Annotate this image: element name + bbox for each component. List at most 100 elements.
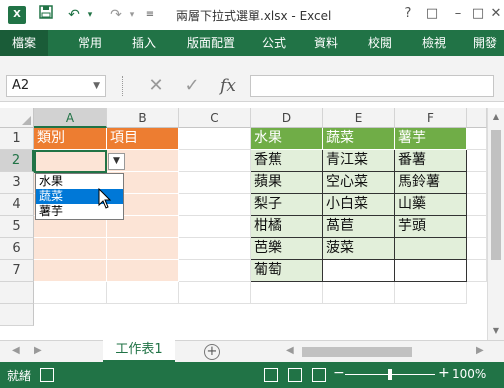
cell-a2[interactable]: [34, 150, 107, 172]
vertical-scroll-thumb[interactable]: [491, 130, 501, 260]
column-header-a[interactable]: A: [34, 108, 107, 128]
cell-d3[interactable]: 蘋果: [251, 172, 323, 194]
cell-c5[interactable]: [179, 216, 251, 238]
row-header-4[interactable]: 4: [0, 194, 34, 216]
normal-view-icon[interactable]: [264, 368, 278, 382]
zoom-out-icon[interactable]: −: [333, 365, 345, 381]
scroll-right-icon[interactable]: ▶: [476, 345, 484, 356]
prev-sheet-icon[interactable]: ◀: [12, 345, 20, 356]
cell-g3[interactable]: [467, 172, 487, 194]
tab-file[interactable]: 檔案: [0, 30, 48, 56]
select-all-button[interactable]: [0, 108, 34, 128]
cell-f7[interactable]: [395, 260, 467, 282]
cell-b7[interactable]: [107, 260, 179, 282]
cell-d2[interactable]: 香蕉: [251, 150, 323, 172]
cell-g7[interactable]: [467, 260, 487, 282]
cell-e8[interactable]: [323, 282, 395, 304]
cell-e4[interactable]: 小白菜: [323, 194, 395, 216]
close-button[interactable]: ✕: [484, 3, 504, 25]
cell-e7[interactable]: [323, 260, 395, 282]
cell-e6[interactable]: 菠菜: [323, 238, 395, 260]
column-header-f[interactable]: F: [395, 108, 467, 128]
tab-developer[interactable]: 開發: [466, 30, 504, 56]
tab-data[interactable]: 資料: [306, 30, 346, 56]
cancel-icon[interactable]: ✕: [144, 74, 168, 98]
cell-f2[interactable]: 番薯: [395, 150, 467, 172]
cell-g2[interactable]: [467, 150, 487, 172]
cell-c6[interactable]: [179, 238, 251, 260]
column-header-e[interactable]: E: [323, 108, 395, 128]
horizontal-scrollbar[interactable]: ◀ ▶: [284, 345, 488, 359]
tab-home[interactable]: 常用: [70, 30, 110, 56]
cell-f5[interactable]: 芋頭: [395, 216, 467, 238]
cell-g5[interactable]: [467, 216, 487, 238]
scroll-left-icon[interactable]: ◀: [286, 345, 294, 356]
row-header-3[interactable]: 3: [0, 172, 34, 194]
name-box[interactable]: A2 ▼: [6, 75, 106, 97]
cell-g4[interactable]: [467, 194, 487, 216]
tab-insert[interactable]: 插入: [124, 30, 164, 56]
cell-d7[interactable]: 葡萄: [251, 260, 323, 282]
redo-dropdown-icon[interactable]: ▾: [122, 5, 142, 25]
cell-d4[interactable]: 梨子: [251, 194, 323, 216]
row-header-8[interactable]: [0, 282, 34, 304]
cell-d5[interactable]: 柑橘: [251, 216, 323, 238]
cell-e1[interactable]: 蔬菜: [323, 128, 395, 150]
zoom-in-icon[interactable]: +: [438, 365, 450, 381]
tab-review[interactable]: 校閱: [360, 30, 400, 56]
cell-d6[interactable]: 芭樂: [251, 238, 323, 260]
cell-g1[interactable]: [467, 128, 487, 150]
name-box-dropdown-icon[interactable]: ▼: [93, 76, 100, 96]
cell-c4[interactable]: [179, 194, 251, 216]
cell-c3[interactable]: [179, 172, 251, 194]
page-layout-view-icon[interactable]: [288, 368, 302, 382]
ribbon-display-button[interactable]: □: [420, 3, 444, 25]
undo-dropdown-icon[interactable]: ▾: [80, 5, 100, 25]
column-header-c[interactable]: C: [179, 108, 251, 128]
cell-b6[interactable]: [107, 238, 179, 260]
cell-c8[interactable]: [179, 282, 251, 304]
tab-formulas[interactable]: 公式: [254, 30, 294, 56]
help-button[interactable]: ?: [396, 3, 420, 25]
scroll-down-icon[interactable]: ▼: [488, 324, 504, 338]
row-header-1[interactable]: 1: [0, 128, 34, 150]
row-header-7[interactable]: 7: [0, 260, 34, 282]
column-header-g[interactable]: [467, 108, 487, 128]
row-header-2[interactable]: 2: [0, 150, 34, 172]
macro-record-icon[interactable]: [40, 368, 54, 382]
add-sheet-icon[interactable]: +: [204, 344, 220, 360]
zoom-slider-knob[interactable]: [388, 369, 392, 380]
cell-b8[interactable]: [107, 282, 179, 304]
dropdown-item-fruit[interactable]: 水果: [36, 174, 123, 189]
customize-quick-access-icon[interactable]: ≡: [140, 5, 160, 25]
cell-a6[interactable]: [34, 238, 107, 260]
cell-b1[interactable]: 項目: [107, 128, 179, 150]
insert-function-icon[interactable]: fx: [216, 74, 240, 98]
row-header-5[interactable]: 5: [0, 216, 34, 238]
cell-f8[interactable]: [395, 282, 467, 304]
cell-c2[interactable]: [179, 150, 251, 172]
spreadsheet-grid[interactable]: A B C D E F 1 2 3 4 5 6 7 類別 項目 水果 蔬菜 薯芋…: [0, 108, 487, 340]
row-header-9[interactable]: [0, 304, 34, 326]
formula-input[interactable]: [250, 75, 494, 97]
tab-view[interactable]: 檢視: [414, 30, 454, 56]
cell-a7[interactable]: [34, 260, 107, 282]
cell-f6[interactable]: [395, 238, 467, 260]
cell-d8[interactable]: [251, 282, 323, 304]
horizontal-scroll-thumb[interactable]: [302, 347, 412, 357]
page-break-preview-icon[interactable]: [312, 368, 326, 382]
cell-a8[interactable]: [34, 282, 107, 304]
cell-e3[interactable]: 空心菜: [323, 172, 395, 194]
cell-c1[interactable]: [179, 128, 251, 150]
cell-e5[interactable]: 萵苣: [323, 216, 395, 238]
row-header-6[interactable]: 6: [0, 238, 34, 260]
cell-c7[interactable]: [179, 260, 251, 282]
column-header-b[interactable]: B: [107, 108, 179, 128]
zoom-level[interactable]: 100%: [452, 367, 486, 381]
cell-d1[interactable]: 水果: [251, 128, 323, 150]
cell-a1[interactable]: 類別: [34, 128, 107, 150]
cell-f3[interactable]: 馬鈴薯: [395, 172, 467, 194]
enter-icon[interactable]: ✓: [180, 74, 204, 98]
cell-g6[interactable]: [467, 238, 487, 260]
cell-e2[interactable]: 青江菜: [323, 150, 395, 172]
